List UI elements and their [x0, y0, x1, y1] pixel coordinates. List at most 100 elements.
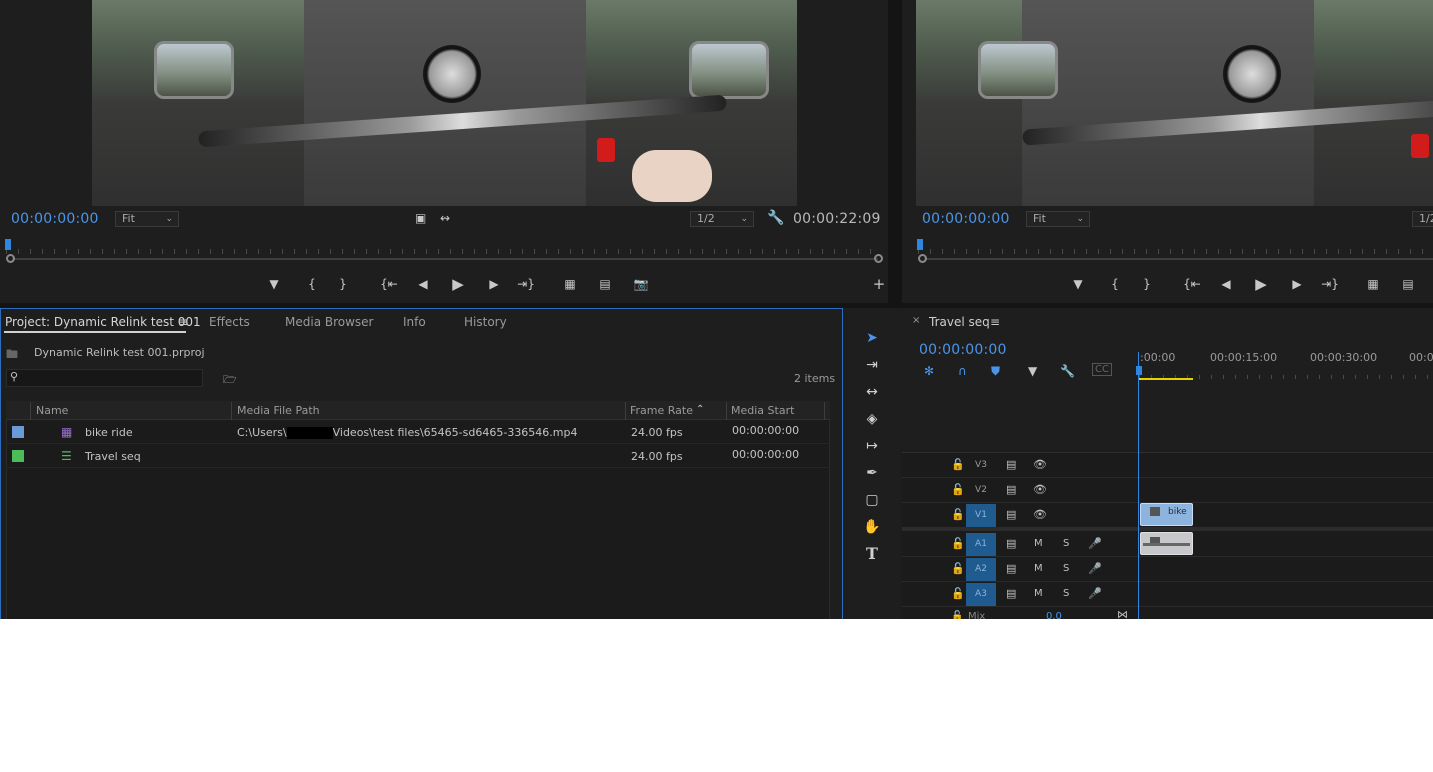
sort-ascending-icon[interactable]: ⌃ [696, 404, 704, 415]
type-tool-icon[interactable]: T [862, 544, 882, 564]
go-to-end-icon[interactable]: ⋈ [1117, 608, 1128, 619]
label-color-swatch[interactable] [12, 426, 24, 438]
sync-lock-icon[interactable]: ▤ [1006, 483, 1016, 496]
overwrite-icon[interactable]: ▤ [595, 274, 615, 294]
timeline-playhead-handle[interactable] [1136, 366, 1142, 375]
project-item-row[interactable]: ▦ bike ride C:\Users\ Videos\test files\6… [6, 421, 830, 444]
snap-magnet-icon[interactable]: ∩ [958, 364, 967, 378]
wrench-icon[interactable]: 🔧 [1060, 364, 1075, 378]
mute-button[interactable]: M [1034, 588, 1043, 599]
insert-icon[interactable]: ▦ [560, 274, 580, 294]
slip-tool-icon[interactable]: ↦ [862, 436, 882, 456]
razor-tool-icon[interactable]: ◈ [862, 409, 882, 429]
export-frame-icon[interactable]: 📷 [631, 274, 651, 294]
extract-icon[interactable]: ▤ [1398, 274, 1418, 294]
new-search-bin-icon[interactable]: 🗁 [223, 371, 237, 390]
lock-icon[interactable]: 🔓 [951, 587, 965, 600]
step-back-icon[interactable]: ◀ [413, 274, 433, 294]
program-resolution-dropdown[interactable]: 1/2 [1412, 211, 1433, 227]
panel-menu-icon[interactable]: ≡ [178, 315, 188, 329]
track-a1[interactable]: A1 [966, 533, 996, 556]
track-select-tool-icon[interactable]: ⇥ [862, 355, 882, 375]
sync-lock-icon[interactable]: ▤ [1006, 537, 1016, 550]
add-marker-icon[interactable]: ▼ [264, 274, 284, 294]
close-tab-icon[interactable]: × [912, 315, 920, 326]
track-v3[interactable]: V3 [966, 454, 996, 477]
mark-out-icon[interactable]: } [1137, 274, 1157, 294]
program-zoom-dropdown[interactable]: Fit ⌄ [1026, 211, 1090, 227]
button-editor-add-icon[interactable]: + [869, 274, 888, 294]
mark-in-icon[interactable]: { [1105, 274, 1125, 294]
tab-info[interactable]: Info [403, 315, 426, 329]
play-icon[interactable]: ▶ [448, 274, 468, 294]
lock-icon[interactable]: 🔓 [951, 611, 963, 619]
mix-volume-value[interactable]: 0.0 [1046, 611, 1062, 619]
solo-button[interactable]: S [1063, 563, 1069, 574]
tab-history[interactable]: History [464, 315, 507, 329]
video-clip[interactable]: bike [1140, 503, 1193, 526]
ripple-edit-tool-icon[interactable]: ↔ [862, 382, 882, 402]
lift-icon[interactable]: ▦ [1363, 274, 1383, 294]
program-scroll-start-handle[interactable] [918, 254, 927, 263]
tab-project[interactable]: Project: Dynamic Relink test 001 [5, 315, 201, 329]
play-icon[interactable]: ▶ [1251, 274, 1271, 294]
column-media-start[interactable]: Media Start [731, 402, 794, 420]
item-name[interactable]: Travel seq [85, 445, 141, 468]
mute-button[interactable]: M [1034, 563, 1043, 574]
source-scroll-start-handle[interactable] [6, 254, 15, 263]
add-marker-icon[interactable]: ▼ [1068, 274, 1088, 294]
source-playhead[interactable] [5, 239, 11, 250]
track-a3[interactable]: A3 [966, 583, 996, 606]
lock-icon[interactable]: 🔓 [951, 537, 965, 550]
mark-out-icon[interactable]: } [333, 274, 353, 294]
column-name[interactable]: Name [36, 402, 68, 420]
mute-button[interactable]: M [1034, 538, 1043, 549]
track-a2[interactable]: A2 [966, 558, 996, 581]
nest-toggle-icon[interactable]: ✻ [924, 364, 934, 378]
sync-lock-icon[interactable]: ▤ [1006, 508, 1016, 521]
eye-icon[interactable]: 👁 [1033, 483, 1047, 496]
program-timecode[interactable]: 00:00:00:00 [922, 211, 1010, 227]
source-zoom-dropdown[interactable]: Fit ⌄ [115, 211, 179, 227]
project-item-row[interactable]: ☰ Travel seq 24.00 fps 00:00:00:00 [6, 445, 830, 468]
tab-media-browser[interactable]: Media Browser [285, 315, 373, 329]
mark-in-icon[interactable]: { [302, 274, 322, 294]
microphone-icon[interactable]: 🎤 [1088, 537, 1102, 550]
solo-button[interactable]: S [1063, 588, 1069, 599]
source-resolution-dropdown[interactable]: 1/2 ⌄ [690, 211, 754, 227]
solo-button[interactable]: S [1063, 538, 1069, 549]
wrench-icon[interactable]: 🔧 [767, 210, 784, 226]
settings-toggle-icon[interactable]: ▣ [415, 211, 426, 225]
sync-lock-icon[interactable]: ▤ [1006, 458, 1016, 471]
audio-clip[interactable] [1140, 532, 1193, 555]
step-forward-icon[interactable]: ▶ [484, 274, 504, 294]
timeline-playhead-line[interactable] [1138, 352, 1139, 619]
timeline-timecode[interactable]: 00:00:00:00 [919, 342, 1007, 358]
tab-effects[interactable]: Effects [209, 315, 250, 329]
lock-icon[interactable]: 🔓 [951, 458, 965, 471]
column-media-file-path[interactable]: Media File Path [237, 402, 320, 420]
search-input[interactable] [6, 369, 203, 387]
source-timecode[interactable]: 00:00:00:00 [11, 211, 99, 227]
captions-icon[interactable]: CC [1092, 363, 1112, 376]
microphone-icon[interactable]: 🎤 [1088, 562, 1102, 575]
microphone-icon[interactable]: 🎤 [1088, 587, 1102, 600]
tab-travel-seq[interactable]: Travel seq [929, 315, 990, 329]
eye-icon[interactable]: 👁 [1033, 458, 1047, 471]
program-time-ruler[interactable] [918, 240, 1433, 254]
rectangle-tool-icon[interactable]: ▢ [862, 490, 882, 510]
lock-icon[interactable]: 🔓 [951, 508, 965, 521]
hand-tool-icon[interactable]: ✋ [862, 517, 882, 537]
track-v2[interactable]: V2 [966, 479, 996, 502]
label-color-swatch[interactable] [12, 450, 24, 462]
step-back-icon[interactable]: ◀ [1216, 274, 1236, 294]
go-to-out-icon[interactable]: ⇥} [1320, 274, 1340, 294]
program-playhead[interactable] [917, 239, 923, 250]
sync-lock-icon[interactable]: ▤ [1006, 562, 1016, 575]
work-area-bar[interactable] [1139, 378, 1193, 380]
linked-selection-icon[interactable]: ⛊ [991, 364, 1000, 379]
insert-edit-icon[interactable]: ↭ [440, 211, 450, 225]
track-v1[interactable]: V1 [966, 504, 996, 527]
step-forward-icon[interactable]: ▶ [1287, 274, 1307, 294]
selection-tool-icon[interactable]: ➤ [862, 328, 882, 348]
